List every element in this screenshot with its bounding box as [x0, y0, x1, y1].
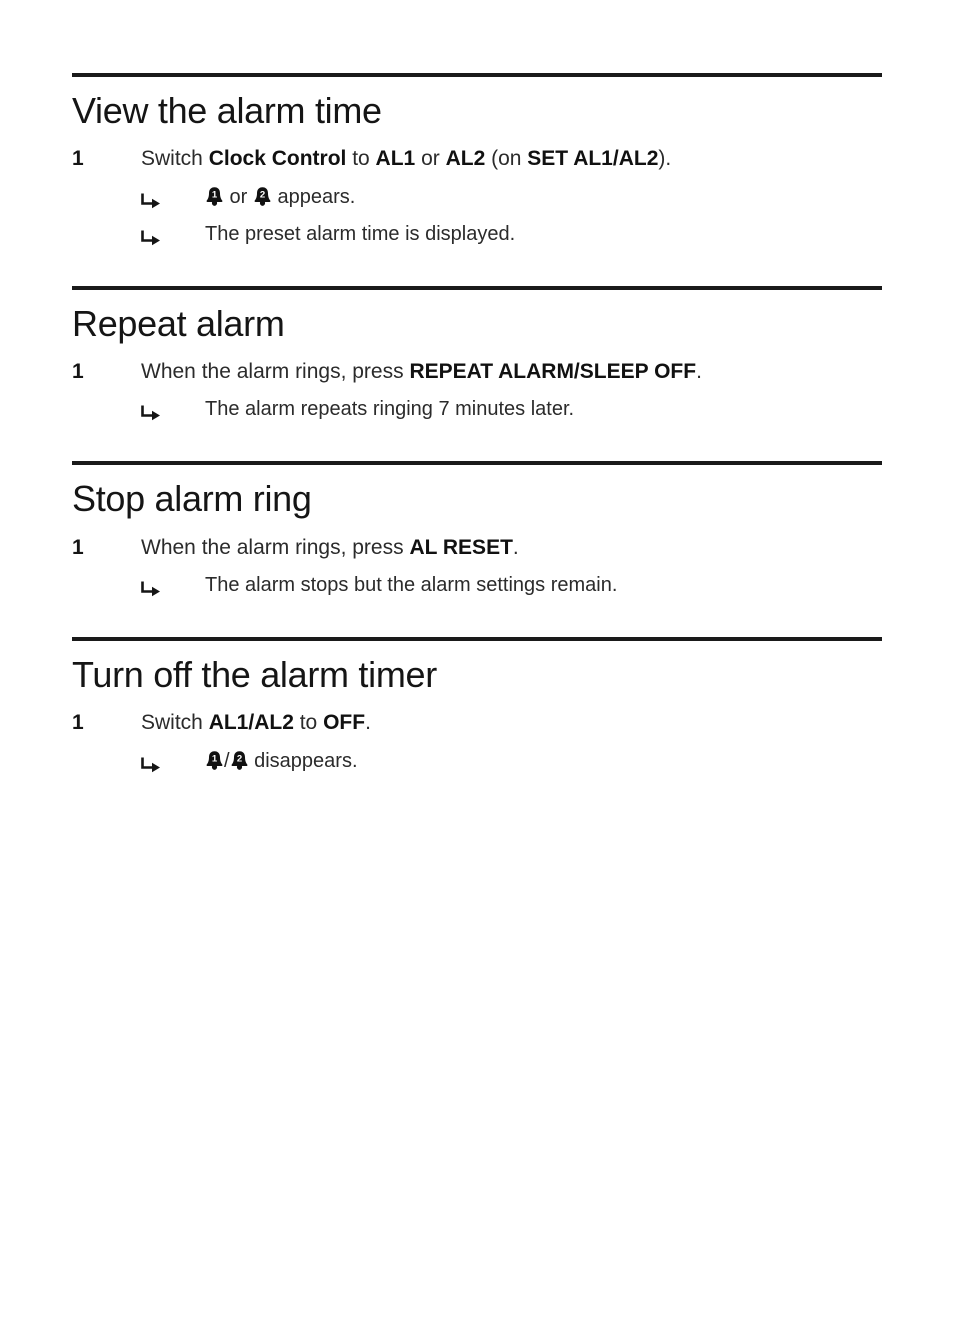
manual-page: View the alarm time 1 Switch Clock Contr…: [0, 0, 954, 1324]
result-arrow-icon: [141, 221, 205, 246]
plain-text: .: [696, 359, 702, 383]
emphasis-text: AL1: [375, 147, 416, 171]
emphasis-text: AL2: [445, 147, 486, 171]
step-number: 1: [72, 711, 84, 735]
plain-text: .: [365, 711, 371, 735]
section-view-the-alarm-time: View the alarm time 1 Switch Clock Contr…: [72, 73, 882, 248]
step-item: 1 When the alarm rings, press REPEAT ALA…: [72, 358, 882, 386]
section-repeat-alarm: Repeat alarm 1 When the alarm rings, pre…: [72, 285, 882, 424]
step-result-item: The alarm repeats ringing 7 minutes late…: [72, 396, 882, 423]
result-text: The alarm repeats ringing 7 minutes late…: [205, 398, 575, 421]
plain-text: ).: [658, 147, 672, 171]
section-divider-rule: [72, 636, 882, 641]
section-heading: Repeat alarm: [72, 302, 285, 344]
result-arrow-icon: [141, 572, 205, 597]
result-arrow-icon: [141, 396, 205, 421]
step-number: 1: [72, 147, 84, 171]
section-heading: View the alarm time: [72, 90, 382, 131]
plain-text: or: [415, 147, 446, 171]
result-tail-text: disappears.: [248, 749, 358, 772]
step-item: 1 Switch AL1/AL2 to OFF.: [72, 709, 882, 737]
section-stop-alarm-ring: Stop alarm ring 1 When the alarm rings, …: [72, 461, 882, 599]
result-text: The alarm stops but the alarm settings r…: [205, 573, 618, 596]
plain-text: Switch: [141, 711, 209, 735]
emphasis-text: REPEAT ALARM/SLEEP OFF: [409, 359, 697, 383]
icon-separator: or: [224, 185, 253, 208]
section-divider-rule: [72, 461, 882, 466]
icon-separator: /: [224, 749, 230, 772]
section-heading: Turn off the alarm timer: [72, 653, 437, 695]
emphasis-text: AL RESET: [409, 535, 513, 559]
svg-text:1: 1: [212, 189, 218, 200]
step-item: 1 Switch Clock Control to AL1 or AL2 (on…: [72, 145, 882, 173]
bell-1-icon: 1: [206, 750, 223, 772]
svg-text:2: 2: [260, 189, 265, 200]
svg-text:1: 1: [212, 753, 218, 764]
bell-2-icon: 2: [231, 750, 248, 772]
step-result-item: 1 / 2 disappears.: [72, 748, 882, 775]
step-result-item: The preset alarm time is displayed.: [72, 221, 882, 248]
plain-text: (on: [485, 147, 528, 171]
emphasis-text: Clock Control: [208, 147, 347, 171]
section-heading: Stop alarm ring: [72, 478, 312, 520]
emphasis-text: AL1/AL2: [208, 711, 294, 735]
result-tail-text: appears.: [271, 185, 356, 208]
result-text: The preset alarm time is displayed.: [205, 222, 516, 245]
step-instruction-text: When the alarm rings, press REPEAT ALARM…: [141, 358, 882, 386]
plain-text: to: [293, 711, 324, 735]
step-result-item: 1 or 2 appears.: [72, 184, 882, 211]
section-divider-rule: [72, 285, 882, 290]
result-arrow-icon: [141, 748, 205, 773]
step-item: 1 When the alarm rings, press AL RESET.: [72, 534, 882, 562]
plain-text: .: [512, 535, 519, 559]
plain-text: to: [346, 147, 376, 171]
result-arrow-icon: [141, 184, 205, 209]
step-instruction-text: Switch Clock Control to AL1 or AL2 (on S…: [141, 145, 882, 173]
emphasis-text: OFF: [323, 711, 366, 735]
plain-text: Switch: [141, 147, 209, 171]
result-text: 1 or 2 appears.: [205, 184, 882, 211]
step-number: 1: [72, 359, 84, 383]
page-content: View the alarm time 1 Switch Clock Contr…: [72, 73, 882, 775]
step-result-item: The alarm stops but the alarm settings r…: [72, 572, 882, 599]
bell-1-icon: 1: [206, 186, 223, 208]
plain-text: When the alarm rings, press: [141, 359, 410, 383]
bell-2-icon: 2: [254, 186, 271, 208]
step-instruction-text: When the alarm rings, press AL RESET.: [141, 534, 882, 562]
section-divider-rule: [72, 73, 882, 77]
svg-text:2: 2: [236, 753, 241, 764]
section-turn-off-the-alarm-timer: Turn off the alarm timer 1 Switch AL1/AL…: [72, 636, 882, 775]
step-instruction-text: Switch AL1/AL2 to OFF.: [141, 709, 882, 737]
result-text: 1 / 2 disappears.: [205, 748, 882, 775]
emphasis-text: SET AL1/AL2: [527, 147, 659, 171]
plain-text: When the alarm rings, press: [141, 535, 410, 559]
step-number: 1: [72, 535, 84, 559]
